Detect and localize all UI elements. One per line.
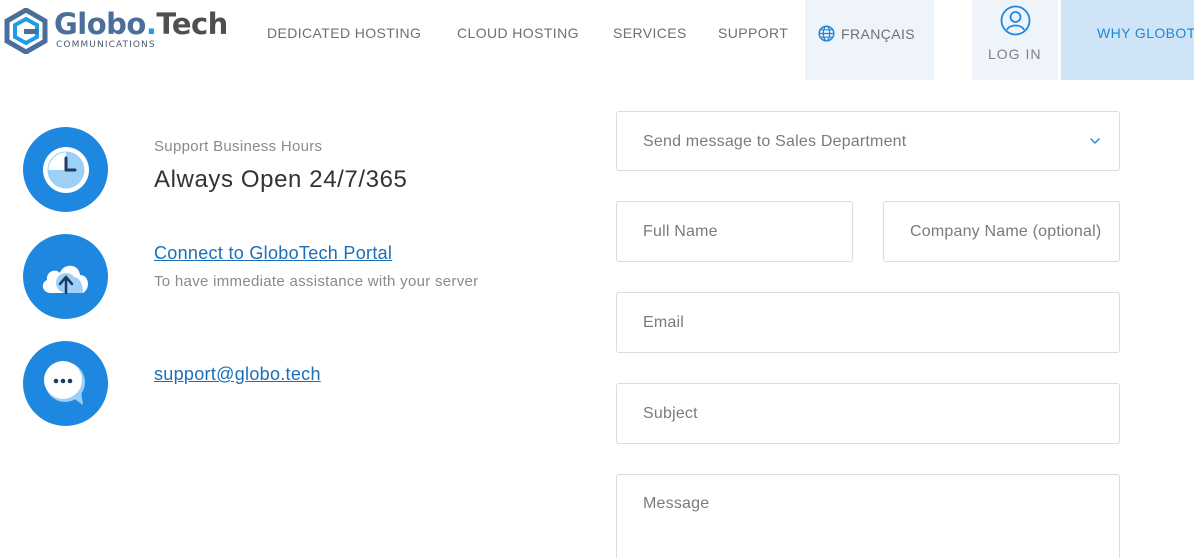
hours-value: Always Open 24/7/365 — [154, 166, 408, 193]
nav-dedicated-hosting[interactable]: DEDICATED HOSTING — [267, 25, 421, 41]
globotech-logo[interactable]: Globo.Tech COMMUNICATIONS — [4, 8, 228, 54]
why-globotech-label: WHY GLOBOT — [1097, 25, 1194, 41]
cloud-upload-icon — [42, 265, 88, 294]
login-label: LOG IN — [988, 46, 1042, 62]
clock-circle — [23, 127, 108, 212]
email-input[interactable] — [616, 292, 1120, 353]
user-icon — [1000, 5, 1031, 36]
chevron-down-icon — [1090, 138, 1100, 144]
site-header: Globo.Tech COMMUNICATIONS DEDICATED HOST… — [0, 0, 1194, 80]
language-label: FRANÇAIS — [841, 25, 915, 42]
chat-bubble-icon — [43, 360, 85, 405]
department-select[interactable]: Send message to Sales Department — [616, 111, 1120, 171]
cloud-circle — [23, 234, 108, 319]
portal-description: To have immediate assistance with your s… — [154, 273, 479, 290]
chat-circle — [23, 341, 108, 426]
full-name-input[interactable] — [616, 201, 853, 262]
clock-icon — [42, 146, 89, 193]
globe-icon — [818, 25, 835, 42]
message-textarea[interactable] — [616, 474, 1120, 558]
nav-cloud-hosting[interactable]: CLOUD HOSTING — [457, 25, 579, 41]
support-email-link[interactable]: support@globo.tech — [154, 364, 321, 385]
globotech-logo-icon — [4, 8, 48, 54]
portal-link[interactable]: Connect to GloboTech Portal — [154, 243, 392, 264]
hours-label: Support Business Hours — [154, 138, 323, 155]
nav-support[interactable]: SUPPORT — [718, 25, 788, 41]
company-name-input[interactable] — [883, 201, 1120, 262]
subject-input[interactable] — [616, 383, 1120, 444]
nav-services[interactable]: SERVICES — [613, 25, 687, 41]
logo-subtitle: COMMUNICATIONS — [56, 40, 156, 50]
language-switch[interactable]: FRANÇAIS — [818, 25, 915, 42]
logo-wordmark: Globo.Tech — [54, 7, 228, 41]
department-select-value: Send message to Sales Department — [643, 133, 907, 150]
